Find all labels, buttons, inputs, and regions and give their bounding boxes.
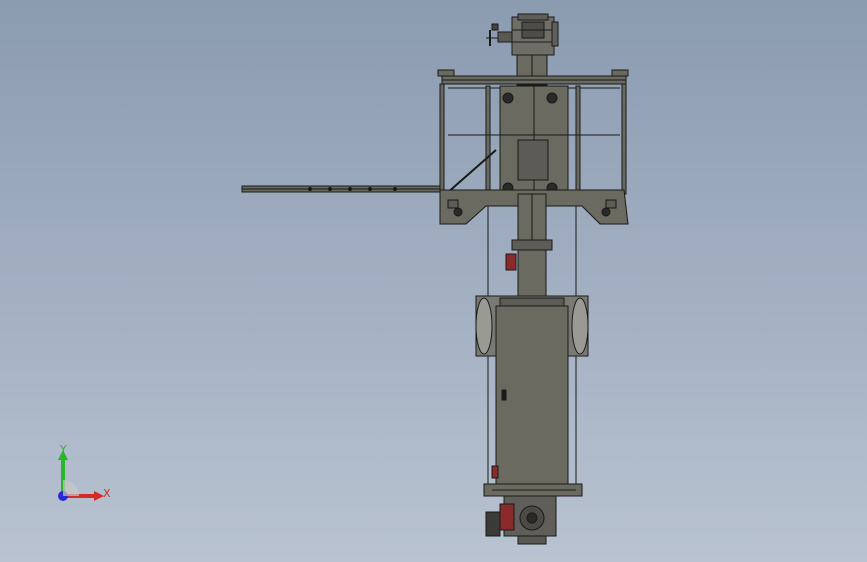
cad-model[interactable] bbox=[0, 0, 867, 562]
triad-x-label: X bbox=[103, 487, 111, 500]
triad-y-label: Y bbox=[60, 443, 67, 456]
top-gearmotor[interactable] bbox=[486, 13, 559, 86]
main-cabinet[interactable] bbox=[483, 305, 583, 497]
side-arm-rail[interactable] bbox=[241, 185, 441, 193]
bottom-gearmotor[interactable] bbox=[485, 495, 557, 545]
graphics-viewport[interactable]: Y X bbox=[0, 0, 867, 562]
